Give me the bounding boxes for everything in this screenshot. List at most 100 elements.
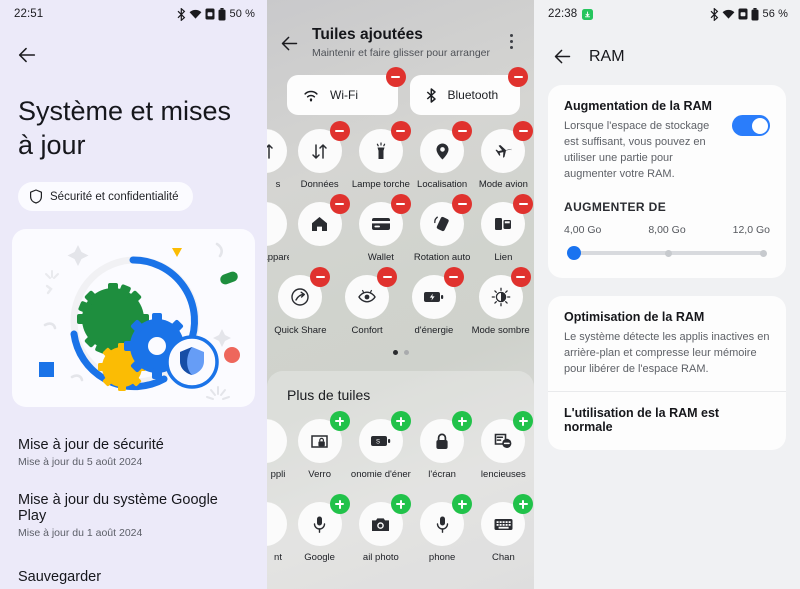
sim-icon xyxy=(738,8,748,20)
tile-localisation[interactable]: Localisation xyxy=(412,121,473,190)
flashlight-icon xyxy=(376,141,386,159)
tile-confort-visuel[interactable]: Confort xyxy=(334,267,401,336)
remove-tile-badge[interactable] xyxy=(513,121,534,141)
tile-changer-clavier[interactable]: Chan xyxy=(473,494,534,563)
security-illustration-card xyxy=(12,229,255,407)
tile-label: ail photo xyxy=(362,552,399,563)
tile-microphone[interactable]: phone xyxy=(412,494,473,563)
tiles-title: Tuiles ajoutées xyxy=(312,26,423,43)
keyboard-icon xyxy=(494,518,513,530)
tile-economie-energie-plus[interactable]: S onomie d'éner xyxy=(350,411,411,480)
wifi-icon xyxy=(304,90,318,101)
add-tile-badge[interactable] xyxy=(513,494,534,514)
slider-tick[interactable] xyxy=(664,249,672,257)
slider-tick[interactable] xyxy=(759,249,767,257)
remove-tile-badge[interactable] xyxy=(329,121,350,141)
ram-usage-status[interactable]: L'utilisation de la RAM est normale xyxy=(564,406,770,434)
remove-tile-badge[interactable] xyxy=(513,194,534,214)
bluetooth-icon xyxy=(426,87,436,103)
ram-increase-slider[interactable] xyxy=(564,244,770,262)
remove-tile-badge[interactable] xyxy=(390,121,411,141)
arrow-back-icon[interactable] xyxy=(552,46,573,67)
tile-mode-avion[interactable]: Mode avion xyxy=(473,121,534,190)
remove-tile-badge[interactable] xyxy=(329,194,350,214)
tile-assistant-google[interactable]: Google xyxy=(289,494,350,563)
tile-verrouillage-ecran[interactable]: l'écran xyxy=(412,411,473,480)
add-tile-badge[interactable] xyxy=(329,411,350,431)
tile-label: Lampe torche xyxy=(351,179,410,190)
add-tile-badge[interactable] xyxy=(390,411,411,431)
tile-wallet[interactable]: Wallet xyxy=(350,194,411,263)
tile-verrouillage-appli[interactable]: Verro xyxy=(289,411,350,480)
add-tile-badge[interactable] xyxy=(329,494,350,514)
status-time: 22:38 xyxy=(548,8,578,20)
location-pin-icon xyxy=(436,143,449,159)
tile-label: Rotation auto xyxy=(413,252,471,263)
tile-clipped-more-left-2[interactable]: nt xyxy=(267,502,289,563)
tile-pill-bluetooth[interactable]: Bluetooth xyxy=(409,67,528,115)
camera-icon xyxy=(372,517,390,531)
tile-donnees[interactable]: Données xyxy=(289,121,350,190)
panel-added-tiles: Tuiles ajoutées Maintenir et faire gliss… xyxy=(267,0,534,589)
tile-label: Mode sombre xyxy=(471,325,530,336)
remove-tile-badge[interactable] xyxy=(385,67,406,87)
slider-thumb[interactable] xyxy=(567,246,582,260)
add-tile-badge[interactable] xyxy=(452,494,473,514)
remove-tile-badge[interactable] xyxy=(443,267,464,287)
add-tile-badge[interactable] xyxy=(452,411,473,431)
tiles-header: Tuiles ajoutées Maintenir et faire gliss… xyxy=(267,0,534,59)
mute-notif-icon xyxy=(495,433,512,448)
pager-dot[interactable] xyxy=(392,350,398,355)
add-tile-badge[interactable] xyxy=(513,411,534,431)
tile-notifs-silencieuses[interactable]: lencieuses xyxy=(473,411,534,480)
battery-icon xyxy=(751,7,759,21)
svg-text:S: S xyxy=(376,440,380,446)
data-icon xyxy=(267,143,273,159)
google-mic-icon xyxy=(313,516,326,533)
status-time: 22:51 xyxy=(14,8,44,20)
tile-lien-windows[interactable]: Lien xyxy=(473,194,534,263)
chip-security-privacy[interactable]: Sécurité et confidentialité xyxy=(18,182,193,211)
remove-tile-badge[interactable] xyxy=(377,267,398,287)
data-transfer-icon xyxy=(312,143,327,159)
remove-tile-badge[interactable] xyxy=(508,67,528,87)
tile-label: Confort xyxy=(351,325,383,336)
tile-appareils[interactable] xyxy=(289,194,350,263)
panel-system-updates: 22:51 50 % Système et mises à jour Sécur… xyxy=(0,0,267,589)
status-bar-left: 22:51 50 % xyxy=(0,0,267,28)
list-item-google-play-update[interactable]: Mise à jour du système Google Play Mise … xyxy=(0,492,267,539)
remove-tile-badge[interactable] xyxy=(510,267,531,287)
slider-tick-label: 12,0 Go xyxy=(732,224,770,236)
tile-label: l'écran xyxy=(428,469,456,480)
remove-tile-badge[interactable] xyxy=(452,121,473,141)
list-item-security-update[interactable]: Mise à jour de sécurité Mise à jour du 5… xyxy=(0,437,267,468)
ram-boost-toggle[interactable] xyxy=(732,115,770,136)
security-gears-illustration xyxy=(39,242,240,400)
tile-clipped-left[interactable]: s xyxy=(267,129,289,190)
tile-clipped-more-left[interactable]: ppli xyxy=(267,419,289,480)
tile-quick-share[interactable]: Quick Share xyxy=(267,267,334,336)
tile-label: Quick Share xyxy=(274,325,327,336)
pager-dots-added[interactable] xyxy=(267,350,534,355)
list-item-backup[interactable]: Sauvegarder Protégez les données de votr… xyxy=(0,569,267,589)
arrow-back-icon[interactable] xyxy=(279,33,300,54)
tile-rotation-auto[interactable]: Rotation auto xyxy=(412,194,473,263)
tile-economie-energie[interactable]: d'énergie xyxy=(401,267,468,336)
remove-tile-badge[interactable] xyxy=(310,267,331,287)
back-button-left[interactable] xyxy=(0,28,267,66)
remove-tile-badge[interactable] xyxy=(390,194,411,214)
tile-label: Données xyxy=(300,179,339,190)
pager-dot[interactable] xyxy=(403,350,409,355)
add-tile-badge[interactable] xyxy=(390,494,411,514)
wifi-icon xyxy=(189,9,202,20)
tile-mode-sombre[interactable]: Mode sombre xyxy=(467,267,534,336)
tile-lampe-torche[interactable]: Lampe torche xyxy=(350,121,411,190)
tile-label: Google xyxy=(304,552,335,563)
tile-appareil-photo[interactable]: ail photo xyxy=(350,494,411,563)
tile-clipped-left-2[interactable]: s appareils xyxy=(267,202,289,263)
remove-tile-badge[interactable] xyxy=(452,194,473,214)
tile-pill-wifi[interactable]: Wi-Fi xyxy=(287,67,406,115)
card-ram-optimisation: Optimisation de la RAM Le système détect… xyxy=(548,296,786,450)
kebab-menu-icon[interactable] xyxy=(502,34,520,49)
ram-optimisation-heading: Optimisation de la RAM xyxy=(564,310,705,324)
